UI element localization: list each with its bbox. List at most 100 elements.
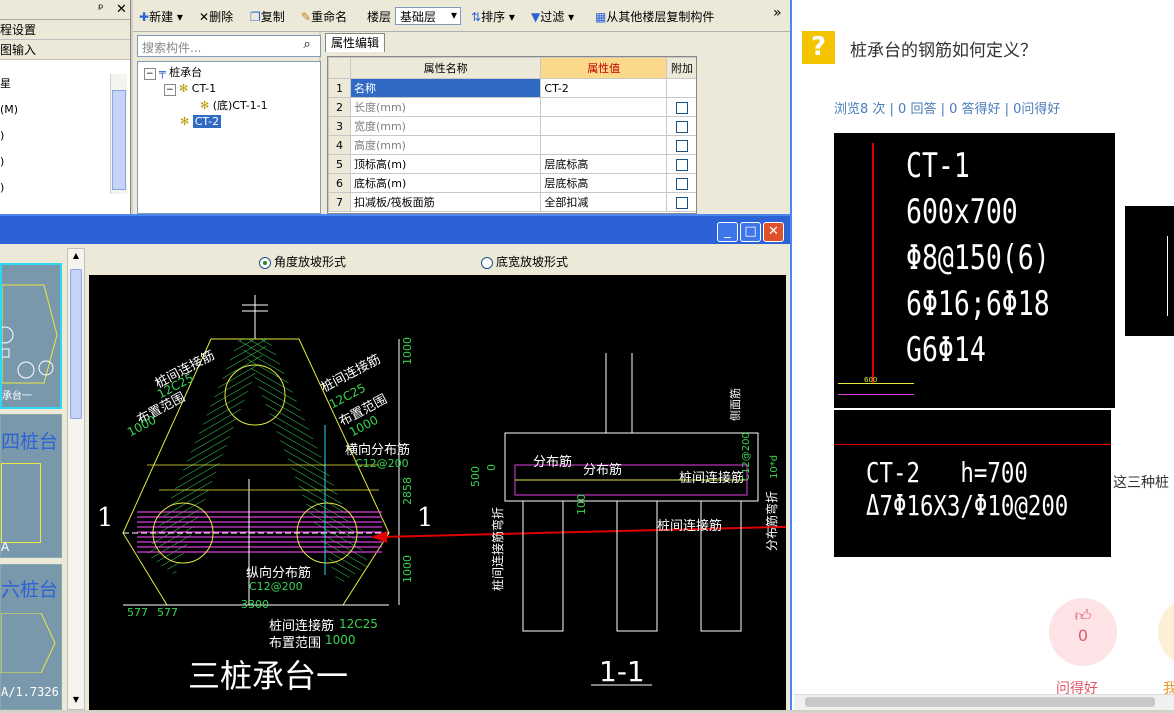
checkbox[interactable] — [675, 158, 688, 171]
scroll-thumb[interactable] — [805, 697, 1155, 707]
table-row[interactable]: 7 扣减板/筏板面筋 全部扣减 — [328, 192, 696, 212]
dimension-label: 3300 — [241, 598, 269, 611]
table-row[interactable]: 2 长度(mm) — [328, 97, 696, 117]
floor-copy-icon: ▦ — [595, 10, 607, 24]
cad-drawing: 桩间连接筋 12C25 布置范围 1000 桩间连接筋 12C25 布置范围 1… — [89, 275, 860, 710]
scroll-thumb[interactable] — [112, 90, 126, 190]
minimize-button[interactable]: _ — [717, 222, 738, 242]
dimension-label: 577 — [157, 606, 178, 619]
dimension-label: 1000 — [401, 337, 414, 365]
attached-image-partial[interactable] — [1125, 206, 1174, 336]
table-row[interactable]: 5 顶标高(m) 层底标高 — [328, 154, 696, 174]
attribute-name[interactable]: 高度(mm) — [349, 135, 542, 155]
attribute-value[interactable]: CT-2 — [540, 78, 667, 98]
thumbs-up-icon: 👍︎ — [1074, 606, 1092, 625]
filter-icon: ▼ — [531, 10, 541, 24]
maximize-button[interactable]: □ — [740, 222, 761, 242]
answer-text-fragment: 这三种桩 — [1113, 475, 1169, 491]
image-text: Δ7Φ16X3/Φ10@200 — [866, 489, 1069, 522]
image-text: 600 — [864, 376, 878, 384]
table-row[interactable]: 4 高度(mm) — [328, 135, 696, 155]
scroll-down-icon[interactable]: ▼ — [69, 695, 83, 707]
question-stats[interactable]: 浏览8 次 | 0 回答 | 0 答得好 | 0问得好 — [834, 98, 1060, 117]
filter-button[interactable]: ▼过滤 ▾ — [531, 8, 574, 25]
thumbnail-scrollbar[interactable]: ▲ ▼ — [67, 248, 85, 710]
cad-label: 侧面筋 — [729, 388, 742, 421]
attribute-value[interactable] — [540, 135, 667, 155]
slope-mode-bar: 角度放坡形式 底宽放坡形式 — [89, 248, 786, 274]
pile-cap-icon: ╤ — [159, 66, 166, 79]
search-input[interactable]: 搜索构件... — [137, 35, 321, 57]
attribute-value[interactable]: 全部扣减 — [540, 192, 667, 212]
column-header: 属性名称 — [349, 57, 542, 79]
row-number: 6 — [328, 173, 351, 193]
attribute-name[interactable]: 顶标高(m) — [349, 154, 542, 174]
sort-button[interactable]: ⇅排序 ▾ — [471, 8, 515, 25]
new-label: 新建 — [149, 10, 174, 24]
thumbnail-three-pile-selected[interactable]: 承台一 — [0, 263, 62, 409]
scroll-thumb[interactable] — [70, 269, 82, 419]
cad-label: C12@200 — [355, 457, 409, 470]
table-row[interactable]: 6 底标高(m) 层底标高 — [328, 173, 696, 193]
search-icon[interactable]: ⌕ — [296, 37, 318, 57]
new-button[interactable]: ✚新建 ▾ — [139, 8, 183, 25]
image-fragment — [1167, 236, 1174, 316]
cad-label: 布置范围 — [269, 636, 322, 651]
attribute-value[interactable]: 层底标高 — [540, 173, 667, 193]
checkbox[interactable] — [675, 196, 688, 209]
copy-from-floor-button[interactable]: ▦从其他楼层复制构件 — [595, 8, 714, 25]
thumbnail-six-pile[interactable]: 六桩台 A/1.7326 — [0, 564, 62, 710]
table-row[interactable]: 3 宽度(mm) — [328, 116, 696, 136]
image-redline — [834, 444, 1111, 445]
tree-node-ct1-1[interactable]: ✻ (底)CT-1-1 — [200, 98, 268, 114]
left-dock-header: ᵖ ✕ — [0, 0, 130, 20]
tree-node-label: CT-1 — [191, 82, 217, 95]
attached-image-ct1[interactable]: CT-1 600x700 Φ8@150(6) 6Φ16;6Φ18 G6Φ14 6… — [834, 133, 1115, 408]
rename-button[interactable]: ✎重命名 — [301, 8, 347, 25]
like-button[interactable]: 👍︎ 0 — [1049, 598, 1117, 666]
attached-image-ct2[interactable]: CT-2 h=700 Δ7Φ16X3/Φ10@200 — [834, 410, 1111, 557]
image-text: G6Φ14 — [906, 330, 986, 370]
copy-button[interactable]: ❐复制 — [250, 8, 285, 25]
attribute-name[interactable]: 长度(mm) — [349, 97, 542, 117]
attribute-name[interactable]: 底标高(m) — [349, 173, 542, 193]
delete-button[interactable]: ✕删除 — [199, 8, 233, 25]
attach-cell — [665, 154, 696, 174]
nav-row-input[interactable]: 图输入 — [0, 40, 130, 60]
collapse-icon[interactable]: − — [144, 68, 156, 80]
tree-node-ct2[interactable]: ✻ CT-2 — [180, 114, 222, 130]
attribute-value[interactable] — [540, 116, 667, 136]
more-button[interactable]: » — [773, 5, 782, 21]
copy-label: 复制 — [260, 10, 285, 24]
tab-attribute-edit[interactable]: 属性编辑 — [325, 33, 385, 52]
thumbnail-dim: A/1.7326 — [1, 685, 59, 699]
attribute-value[interactable] — [540, 97, 667, 117]
nav-row-settings[interactable]: 程设置 — [0, 20, 130, 40]
radio-angle-slope[interactable]: 角度放坡形式 — [259, 253, 346, 270]
tree-node-ct1[interactable]: − ✻ CT-1 — [164, 81, 216, 97]
question-title: 桩承台的钢筋如何定义？ — [850, 41, 1037, 61]
checkbox[interactable] — [675, 101, 688, 114]
checkbox[interactable] — [675, 120, 688, 133]
attribute-value[interactable]: 层底标高 — [540, 154, 667, 174]
checkbox[interactable] — [675, 177, 688, 190]
attribute-name[interactable]: 宽度(mm) — [349, 116, 542, 136]
attribute-name[interactable]: 名称 — [349, 78, 542, 98]
floor-select[interactable]: 基础层 ▾ — [395, 7, 461, 25]
table-row[interactable]: 1 名称 CT-2 — [328, 78, 696, 98]
close-button[interactable]: ✕ — [763, 222, 784, 242]
collapse-icon[interactable]: − — [164, 84, 176, 96]
new-icon: ✚ — [139, 10, 150, 24]
attach-cell — [665, 192, 696, 212]
checkbox[interactable] — [675, 139, 688, 152]
close-icon[interactable]: ✕ — [116, 2, 127, 17]
thumbnail-four-pile[interactable]: 四桩台 A — [0, 414, 62, 558]
dimension-label: 2858 — [401, 477, 414, 505]
tree-node-root[interactable]: − ╤ 桩承台 — [144, 65, 202, 81]
scrollbar[interactable] — [110, 74, 127, 194]
row-number: 5 — [328, 154, 351, 174]
attribute-name[interactable]: 扣减板/筏板面筋 — [349, 192, 542, 212]
scroll-up-icon[interactable]: ▲ — [69, 251, 83, 263]
pin-icon[interactable]: ᵖ — [98, 2, 104, 17]
radio-width-slope[interactable]: 底宽放坡形式 — [481, 253, 568, 270]
